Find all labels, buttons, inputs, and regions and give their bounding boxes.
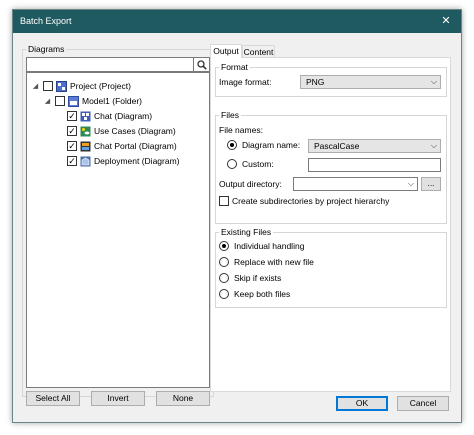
output-directory-combobox[interactable]: ⌵: [293, 177, 418, 191]
diagram-name-select[interactable]: PascalCase ⌵: [308, 139, 441, 153]
tree-item-model1[interactable]: ◢ Model1 (Folder): [43, 94, 142, 108]
tree-item-use-cases[interactable]: ✓ Use Cases (Diagram): [67, 124, 176, 138]
image-format-label: Image format:: [219, 77, 272, 87]
skip-radio[interactable]: [219, 273, 229, 283]
invert-button[interactable]: Invert: [91, 391, 145, 406]
close-icon[interactable]: ✕: [431, 10, 461, 33]
image-format-select[interactable]: PNG ⌵: [300, 75, 441, 89]
ok-button[interactable]: OK: [336, 396, 388, 411]
custom-label: Custom:: [242, 159, 274, 169]
window-title: Batch Export: [20, 16, 72, 26]
diagram-search-input[interactable]: [26, 57, 194, 72]
chevron-down-icon: ⌵: [407, 179, 414, 188]
use-cases-checkbox[interactable]: ✓: [67, 126, 77, 136]
model1-checkbox[interactable]: [55, 96, 65, 106]
subdirectories-checkbox[interactable]: [219, 196, 229, 206]
format-group-label: Format: [219, 62, 250, 72]
title-bar: Batch Export ✕: [13, 10, 461, 33]
search-icon[interactable]: [194, 57, 210, 72]
existing-files-group-label: Existing Files: [219, 227, 274, 237]
keep-both-radio[interactable]: [219, 289, 229, 299]
files-group-label: Files: [219, 110, 241, 120]
deployment-diagram-icon: [80, 156, 91, 167]
option-label: Keep both files: [234, 289, 291, 299]
tree-item-chat[interactable]: ✓ Chat (Diagram): [67, 109, 152, 123]
collapse-icon[interactable]: ◢: [31, 82, 40, 91]
diagram-tree[interactable]: ◢ Project (Project) ◢ Model1 (Folder) ✓ …: [26, 72, 210, 388]
batch-export-dialog: Batch Export ✕ Diagrams ◢ Project (Proje…: [12, 9, 462, 423]
project-icon: [56, 80, 67, 92]
tab-output[interactable]: Output: [210, 44, 242, 58]
tree-item-label: Use Cases (Diagram): [94, 126, 176, 136]
collapse-icon[interactable]: ◢: [43, 97, 52, 106]
custom-radio[interactable]: Custom:: [227, 159, 274, 169]
tree-item-label: Model1 (Folder): [82, 96, 142, 106]
output-tab-panel: Format Image format: PNG ⌵ Files File na…: [210, 57, 451, 392]
tree-item-label: Chat (Diagram): [94, 111, 153, 121]
tree-item-project[interactable]: ◢ Project (Project): [31, 79, 131, 93]
chat-portal-checkbox[interactable]: ✓: [67, 141, 77, 151]
cancel-button[interactable]: Cancel: [397, 396, 449, 411]
option-label: Individual handling: [234, 241, 305, 251]
none-button[interactable]: None: [156, 391, 210, 406]
subdirectories-option[interactable]: Create subdirectories by project hierarc…: [219, 196, 389, 206]
image-format-value: PNG: [306, 77, 325, 87]
tree-item-deployment[interactable]: ✓ Deployment (Diagram): [67, 154, 180, 168]
custom-name-input[interactable]: [308, 158, 441, 172]
diagram-name-radio[interactable]: Diagram name:: [227, 140, 300, 150]
output-directory-label: Output directory:: [219, 179, 282, 189]
diagram-name-label: Diagram name:: [242, 140, 301, 150]
tree-item-label: Deployment (Diagram): [94, 156, 180, 166]
diagram-name-value: PascalCase: [314, 141, 360, 151]
diagrams-group-label: Diagrams: [26, 44, 67, 54]
folder-icon: [68, 95, 79, 107]
chevron-down-icon: ⌵: [430, 141, 437, 150]
project-checkbox[interactable]: [43, 81, 53, 91]
diagram-name-radio-button[interactable]: [227, 140, 237, 150]
replace-option[interactable]: Replace with new file: [219, 257, 314, 267]
browse-button[interactable]: ...: [421, 177, 441, 191]
individual-handling-option[interactable]: Individual handling: [219, 241, 304, 251]
replace-radio[interactable]: [219, 257, 229, 267]
chat-portal-diagram-icon: [80, 141, 91, 152]
subdirectories-label: Create subdirectories by project hierarc…: [232, 196, 390, 206]
tree-item-label: Chat Portal (Diagram): [94, 141, 177, 151]
option-label: Replace with new file: [234, 257, 314, 267]
tree-item-chat-portal[interactable]: ✓ Chat Portal (Diagram): [67, 139, 177, 153]
keep-both-option[interactable]: Keep both files: [219, 289, 290, 299]
option-label: Skip if exists: [234, 273, 282, 283]
individual-handling-radio[interactable]: [219, 241, 229, 251]
use-case-diagram-icon: [80, 126, 91, 137]
chat-checkbox[interactable]: ✓: [67, 111, 77, 121]
file-names-label: File names:: [219, 125, 263, 135]
chevron-down-icon: ⌵: [430, 77, 437, 86]
skip-option[interactable]: Skip if exists: [219, 273, 281, 283]
deployment-checkbox[interactable]: ✓: [67, 156, 77, 166]
tree-item-label: Project (Project): [70, 81, 131, 91]
custom-radio-button[interactable]: [227, 159, 237, 169]
select-all-button[interactable]: Select All: [26, 391, 80, 406]
chat-diagram-icon: [80, 111, 91, 122]
